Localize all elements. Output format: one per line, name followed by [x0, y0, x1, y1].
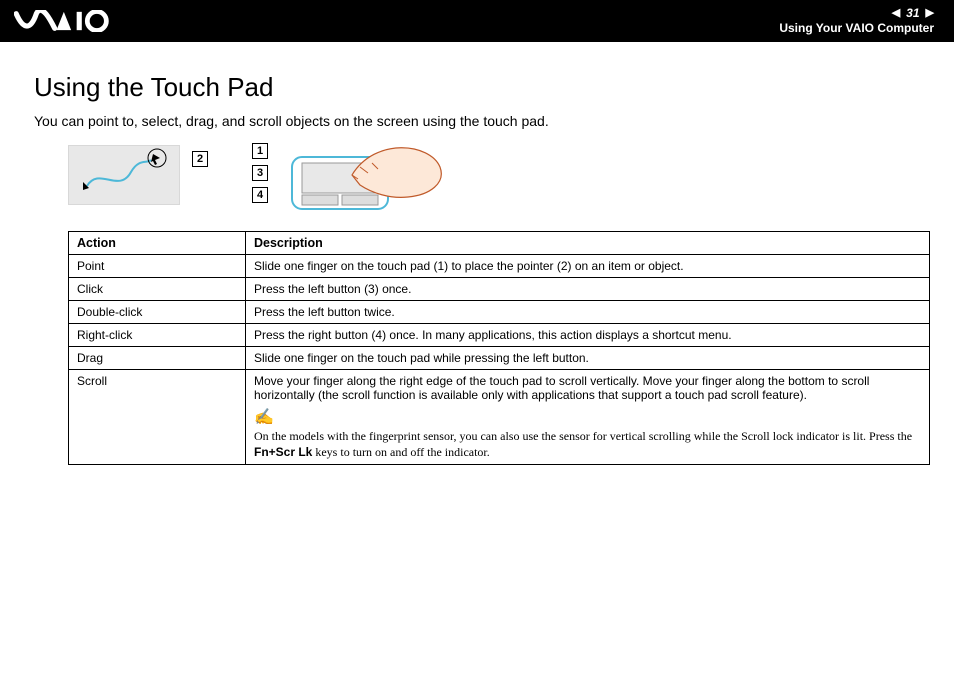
- cell-action: Double-click: [69, 301, 246, 324]
- cell-desc-scroll: Move your finger along the right edge of…: [246, 370, 930, 465]
- note-icon: ✍: [254, 410, 921, 426]
- cell-desc: Press the left button (3) once.: [246, 278, 930, 301]
- cell-action: Scroll: [69, 370, 246, 465]
- callout-stack: 1 3 4: [252, 143, 268, 203]
- cell-desc: Press the right button (4) once. In many…: [246, 324, 930, 347]
- page-nav: ◀ 31 ▶: [779, 7, 934, 19]
- callout-3: 3: [252, 165, 268, 181]
- note-pre: On the models with the fingerprint senso…: [254, 429, 912, 443]
- page-number: 31: [906, 7, 919, 19]
- note-bold: Fn+Scr Lk: [254, 445, 312, 459]
- table-header-row: Action Description: [69, 232, 930, 255]
- actions-table: Action Description Point Slide one finge…: [68, 231, 930, 465]
- cell-desc: Press the left button twice.: [246, 301, 930, 324]
- touchpad-illustration: [280, 145, 430, 215]
- vaio-logo: [14, 10, 110, 32]
- table-row: Right-click Press the right button (4) o…: [69, 324, 930, 347]
- page-title: Using the Touch Pad: [34, 72, 920, 103]
- col-description: Description: [246, 232, 930, 255]
- col-action: Action: [69, 232, 246, 255]
- table-row: Double-click Press the left button twice…: [69, 301, 930, 324]
- table-row: Drag Slide one finger on the touch pad w…: [69, 347, 930, 370]
- intro-text: You can point to, select, drag, and scro…: [34, 113, 920, 129]
- table-row: Point Slide one finger on the touch pad …: [69, 255, 930, 278]
- callout-1: 1: [252, 143, 268, 159]
- callout-2: 2: [192, 151, 208, 167]
- header-right: ◀ 31 ▶ Using Your VAIO Computer: [779, 7, 934, 35]
- cell-action: Point: [69, 255, 246, 278]
- note-post: keys to turn on and off the indicator.: [312, 445, 489, 459]
- scroll-desc: Move your finger along the right edge of…: [254, 374, 921, 402]
- pointer-illustration: [68, 145, 180, 205]
- cell-action: Right-click: [69, 324, 246, 347]
- table-row: Click Press the left button (3) once.: [69, 278, 930, 301]
- content-area: Using the Touch Pad You can point to, se…: [0, 42, 954, 465]
- header-subtitle: Using Your VAIO Computer: [779, 21, 934, 35]
- nav-prev-icon[interactable]: ◀: [892, 8, 900, 19]
- header-bar: ◀ 31 ▶ Using Your VAIO Computer: [0, 0, 954, 42]
- cell-desc: Slide one finger on the touch pad while …: [246, 347, 930, 370]
- scroll-note: On the models with the fingerprint senso…: [254, 428, 921, 460]
- nav-next-icon[interactable]: ▶: [926, 8, 934, 19]
- cell-action: Click: [69, 278, 246, 301]
- callout-4: 4: [252, 187, 268, 203]
- table-row-scroll: Scroll Move your finger along the right …: [69, 370, 930, 465]
- cell-desc: Slide one finger on the touch pad (1) to…: [246, 255, 930, 278]
- cell-action: Drag: [69, 347, 246, 370]
- illustration-row: 2 1 3 4: [68, 145, 920, 215]
